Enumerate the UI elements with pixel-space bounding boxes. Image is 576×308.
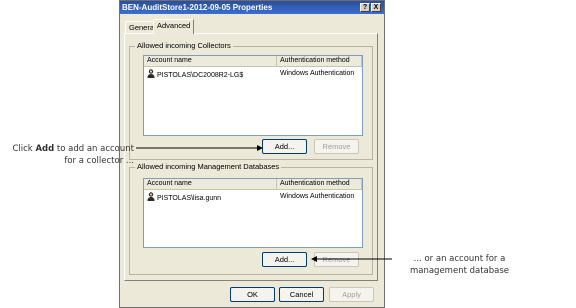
callout-arrows (136, 145, 392, 262)
tab-advanced[interactable]: Advanced (153, 19, 195, 34)
